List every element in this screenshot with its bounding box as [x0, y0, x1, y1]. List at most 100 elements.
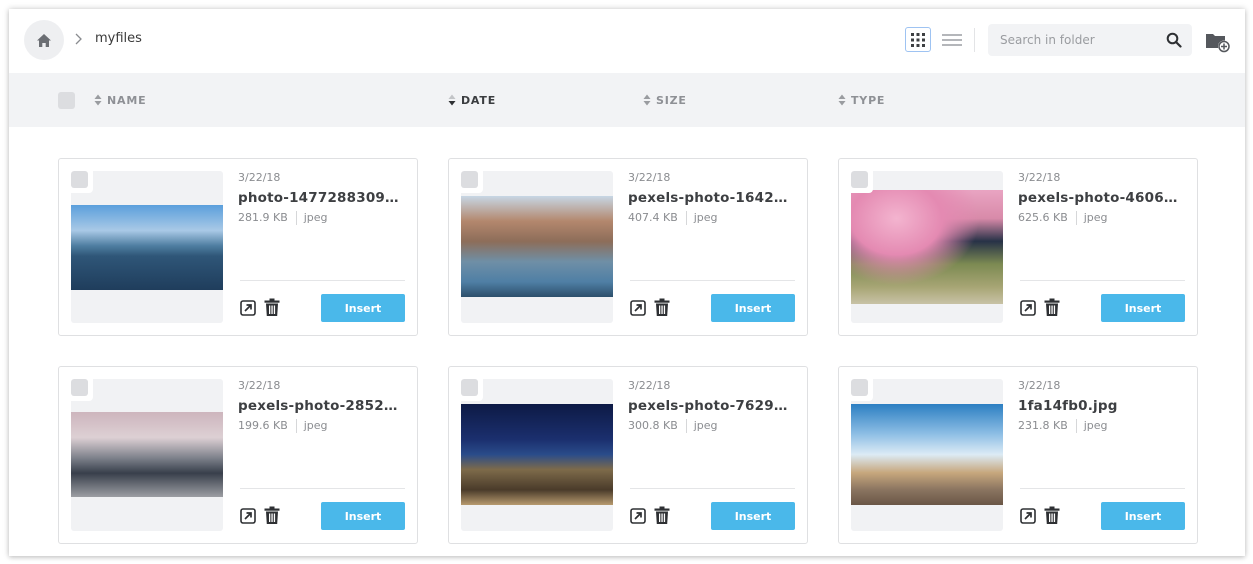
file-info: 3/22/18 pexels-photo-460635… 625.6 KB jp… [1018, 171, 1186, 225]
file-checkbox[interactable] [851, 171, 868, 188]
card-divider [630, 488, 795, 489]
file-checkbox[interactable] [461, 379, 478, 396]
breadcrumb-item[interactable]: myfiles [95, 31, 142, 47]
open-external-icon[interactable] [240, 508, 256, 524]
thumbnail-image [851, 190, 1003, 304]
file-type: jpeg [303, 419, 328, 432]
insert-button[interactable]: Insert [711, 294, 795, 322]
open-external-icon[interactable] [1020, 300, 1036, 316]
column-name[interactable]: NAME [94, 92, 146, 108]
sort-icon [643, 94, 651, 106]
trash-icon[interactable] [1044, 298, 1060, 317]
column-label: NAME [107, 93, 147, 107]
chevron-right-icon [75, 33, 82, 45]
trash-icon[interactable] [654, 298, 670, 317]
file-meta: 407.4 KB jpeg [628, 211, 796, 225]
thumbnail[interactable] [461, 171, 613, 323]
open-external-icon[interactable] [630, 300, 646, 316]
search-box[interactable] [988, 24, 1192, 56]
file-name[interactable]: pexels-photo-164212… [628, 189, 796, 207]
file-checkbox[interactable] [71, 171, 88, 188]
thumbnail[interactable] [71, 171, 223, 323]
meta-divider [295, 419, 297, 433]
insert-button[interactable]: Insert [1101, 294, 1185, 322]
file-size: 300.8 KB [628, 419, 678, 432]
file-type: jpeg [303, 211, 328, 224]
card-divider [240, 488, 405, 489]
file-checkbox[interactable] [851, 379, 868, 396]
file-type: jpeg [1083, 211, 1108, 224]
file-name[interactable]: pexels-photo-762905… [628, 397, 796, 415]
file-meta: 625.6 KB jpeg [1018, 211, 1186, 225]
meta-divider [685, 419, 687, 433]
thumbnail[interactable] [851, 171, 1003, 323]
column-header-bar: NAME DATE SIZE TYPE [9, 73, 1245, 127]
trash-icon[interactable] [654, 506, 670, 525]
column-type[interactable]: TYPE [838, 92, 885, 108]
file-info: 3/22/18 pexels-photo-285283… 199.6 KB jp… [238, 379, 406, 433]
file-name[interactable]: pexels-photo-460635… [1018, 189, 1186, 207]
sort-icon [838, 94, 846, 106]
thumbnail-image [851, 404, 1003, 505]
file-type: jpeg [693, 419, 718, 432]
file-size: 231.8 KB [1018, 419, 1068, 432]
insert-button[interactable]: Insert [321, 294, 405, 322]
file-date: 3/22/18 [1018, 171, 1061, 184]
insert-button[interactable]: Insert [321, 502, 405, 530]
file-info: 3/22/18 pexels-photo-762905… 300.8 KB jp… [628, 379, 796, 433]
open-external-icon[interactable] [1020, 508, 1036, 524]
thumbnail[interactable] [851, 379, 1003, 531]
grid-view-icon [911, 32, 925, 47]
grid-view-button[interactable] [905, 27, 931, 52]
column-date[interactable]: DATE [448, 92, 496, 108]
file-info: 3/22/18 photo-14772883092… 281.9 KB jpeg [238, 171, 406, 225]
thumbnail-image [461, 196, 613, 297]
trash-icon[interactable] [264, 298, 280, 317]
meta-divider [1075, 419, 1077, 433]
thumbnail[interactable] [461, 379, 613, 531]
file-size: 625.6 KB [1018, 211, 1068, 224]
file-checkbox[interactable] [461, 171, 478, 188]
file-size: 407.4 KB [628, 211, 678, 224]
file-checkbox[interactable] [71, 379, 88, 396]
home-button[interactable] [24, 20, 64, 60]
file-name[interactable]: pexels-photo-285283… [238, 397, 406, 415]
file-card[interactable]: 3/22/18 photo-14772883092… 281.9 KB jpeg… [58, 158, 418, 336]
folder-plus-icon[interactable] [1205, 30, 1231, 54]
file-meta: 231.8 KB jpeg [1018, 419, 1186, 433]
column-label: SIZE [656, 93, 687, 107]
search-input[interactable] [1000, 31, 1160, 49]
file-date: 3/22/18 [1018, 379, 1061, 392]
file-type: jpeg [1083, 419, 1108, 432]
file-card[interactable]: 3/22/18 pexels-photo-164212… 407.4 KB jp… [448, 158, 808, 336]
column-size[interactable]: SIZE [643, 92, 687, 108]
select-all-checkbox[interactable] [58, 92, 75, 109]
trash-icon[interactable] [264, 506, 280, 525]
file-meta: 281.9 KB jpeg [238, 211, 406, 225]
home-icon [37, 33, 51, 47]
list-view-icon[interactable] [941, 31, 963, 49]
open-external-icon[interactable] [240, 300, 256, 316]
file-card[interactable]: 3/22/18 pexels-photo-285283… 199.6 KB jp… [58, 366, 418, 544]
file-name[interactable]: 1fa14fb0.jpg [1018, 397, 1186, 415]
thumbnail-image [71, 412, 223, 497]
toolbar: myfiles [9, 9, 1245, 73]
file-size: 199.6 KB [238, 419, 288, 432]
card-divider [240, 280, 405, 281]
file-name[interactable]: photo-14772883092… [238, 189, 406, 207]
open-external-icon[interactable] [630, 508, 646, 524]
insert-button[interactable]: Insert [1101, 502, 1185, 530]
file-card[interactable]: 3/22/18 1fa14fb0.jpg 231.8 KB jpeg Inser… [838, 366, 1198, 544]
thumbnail-image [461, 404, 613, 505]
search-icon[interactable] [1166, 32, 1182, 48]
file-size: 281.9 KB [238, 211, 288, 224]
file-card[interactable]: 3/22/18 pexels-photo-460635… 625.6 KB jp… [838, 158, 1198, 336]
meta-divider [295, 211, 297, 225]
insert-button[interactable]: Insert [711, 502, 795, 530]
thumbnail[interactable] [71, 379, 223, 531]
toolbar-divider [974, 28, 975, 52]
card-divider [1020, 280, 1185, 281]
file-manager: myfiles Search in folder NAME DATE SIZE … [9, 9, 1245, 556]
file-card[interactable]: 3/22/18 pexels-photo-762905… 300.8 KB jp… [448, 366, 808, 544]
trash-icon[interactable] [1044, 506, 1060, 525]
